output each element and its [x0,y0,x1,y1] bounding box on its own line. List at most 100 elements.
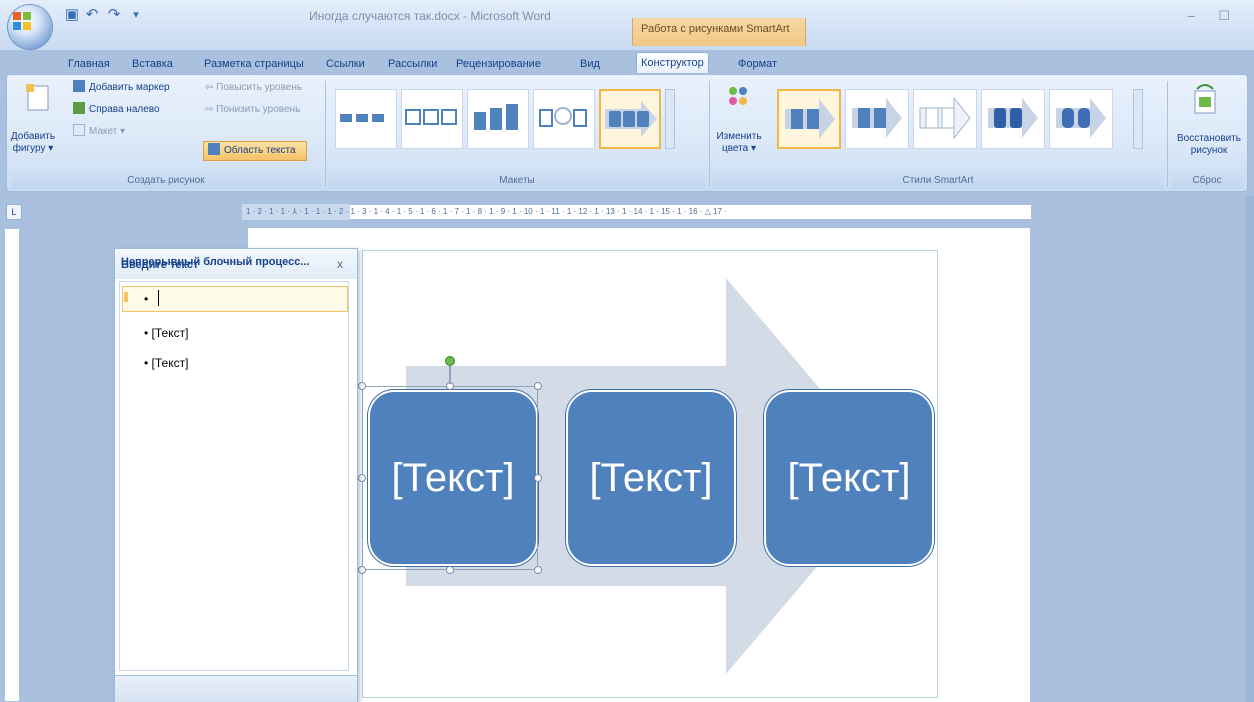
promote-label: Повысить уровень [216,82,303,93]
horizontal-ruler-marks: 1 · 2 · 1 · 1 · ⅄ · 1 · 1 · 1 · 2 · 1 · … [246,207,727,216]
tab-review[interactable]: Рецензирование [452,54,545,74]
demote-button[interactable]: ⇨ Понизить уровень [205,101,300,119]
window-controls[interactable]: – ☐ [1188,8,1241,24]
resize-handle[interactable] [534,474,542,482]
group-label-reset: Сброс [1171,173,1243,189]
smartart-shape-2[interactable]: [Текст] [566,390,736,566]
text-pane-icon [208,143,220,155]
office-logo-icon [13,12,31,30]
resize-handle[interactable] [534,382,542,390]
tab-references[interactable]: Ссылки [322,54,369,74]
ruler-tab-selector[interactable]: L [6,204,22,220]
contextual-tab-smartart: Работа с рисунками SmartArt [632,18,806,46]
save-icon[interactable]: ▣ [62,6,82,24]
right-to-left-label: Справа налево [89,104,160,115]
resize-handle[interactable] [446,566,454,574]
tab-home[interactable]: Главная [64,54,114,74]
change-colors-icon[interactable] [725,83,751,113]
text-pane-item[interactable]: • [144,292,148,306]
layout-stacked-icon [474,104,518,130]
style-option-shadow[interactable] [845,89,909,149]
undo-icon[interactable]: ↶ [82,6,102,24]
styles-gallery-scroll[interactable] [1133,89,1143,149]
add-shape-button[interactable]: Добавить фигуру ▾ [9,131,57,155]
style-option-outline[interactable] [913,89,977,149]
style-gradient-icon [988,98,1038,138]
resize-handle[interactable] [358,382,366,390]
text-pane-item[interactable]: • [Текст] [144,356,188,370]
window-title: Иногда случаются так.docx - Microsoft Wo… [309,9,551,23]
promote-button[interactable]: ⇦ Повысить уровень [205,79,302,97]
text-cursor [158,290,159,306]
reset-graphic-button[interactable]: Восстановить рисунок [1171,133,1247,157]
layout-option-circular-flow[interactable] [533,89,595,149]
text-pane-toggle[interactable]: Область текста [203,141,307,161]
layout-option-basic-block[interactable] [335,89,397,149]
redo-icon[interactable]: ↷ [104,6,124,24]
layout-circular-icon [539,107,587,127]
layouts-gallery-scroll[interactable] [665,89,675,149]
change-colors-button[interactable]: Изменить цвета ▾ [711,131,767,155]
rotate-handle[interactable] [445,356,455,366]
vertical-ruler[interactable] [4,228,20,702]
text-pane-footer [115,675,357,702]
bullet-icon [73,80,85,92]
tab-insert[interactable]: Вставка [128,54,177,74]
style-option-gradient[interactable] [981,89,1045,149]
group-label-layouts: Макеты [329,173,705,189]
resize-handle[interactable] [534,566,542,574]
text-pane-list[interactable]: • • [Текст] • [Текст] [119,281,349,671]
text-pane-item[interactable]: • [Текст] [144,326,188,340]
customize-quick-access-icon[interactable]: ▾ [126,6,146,24]
close-icon[interactable]: x [337,257,343,271]
layout-icon [73,124,85,136]
ribbon: Добавить фигуру ▾ Добавить маркер Справа… [6,74,1248,192]
ribbon-tabs: Главная Вставка Разметка страницы Ссылки… [0,50,1254,74]
add-bullet-label: Добавить маркер [89,82,170,93]
style-simple-icon [785,99,835,139]
tab-design[interactable]: Конструктор [636,52,709,73]
layout-dropdown-button[interactable]: Макет ▾ [73,123,125,141]
group-separator [1167,81,1168,187]
style-option-3d[interactable] [1049,89,1113,149]
tab-view[interactable]: Вид [576,54,604,74]
text-pane: Введите текст x • • [Текст] • [Текст] Не… [114,248,358,702]
demote-icon: ⇨ [205,104,217,115]
group-label-create: Создать рисунок [11,173,321,189]
shape-selection-box [362,386,538,570]
layout-label: Макет ▾ [89,126,126,137]
smartart-shape-3[interactable]: [Текст] [764,390,934,566]
add-shape-icon[interactable] [25,83,51,113]
right-to-left-icon [73,102,85,114]
layout-outline-icon [405,109,457,125]
style-3d-icon [1056,98,1106,138]
group-separator [325,81,326,187]
add-bullet-button[interactable]: Добавить маркер [73,79,170,97]
tab-page-layout[interactable]: Разметка страницы [200,54,308,74]
vertical-scrollbar[interactable] [1246,196,1254,702]
layout-continuous-icon [605,101,657,137]
group-label-styles: Стили SmartArt [713,173,1163,189]
group-separator [709,81,710,187]
tab-format[interactable]: Формат [734,54,781,74]
layout-option-outline-blocks[interactable] [401,89,463,149]
rotate-handle-stem [449,366,451,384]
text-pane-active-line[interactable] [122,286,348,312]
style-option-simple[interactable] [777,89,841,149]
right-to-left-button[interactable]: Справа налево [73,101,160,119]
layout-option-continuous-block[interactable] [599,89,661,149]
layout-basic-icon [340,114,384,122]
text-pane-label: Область текста [224,145,296,156]
resize-handle[interactable] [358,566,366,574]
style-shadow-icon [852,98,902,138]
layout-option-stacked[interactable] [467,89,529,149]
resize-handle[interactable] [358,474,366,482]
style-outline-icon [919,96,971,140]
reset-graphic-icon[interactable] [1191,83,1219,115]
layout-name-link[interactable]: Непрерывный блочный процесс... [121,256,310,268]
active-line-marker [124,292,128,302]
promote-icon: ⇦ [205,82,217,93]
tab-mailings[interactable]: Рассылки [384,54,441,74]
title-bar [0,0,1254,50]
demote-label: Понизить уровень [216,104,301,115]
